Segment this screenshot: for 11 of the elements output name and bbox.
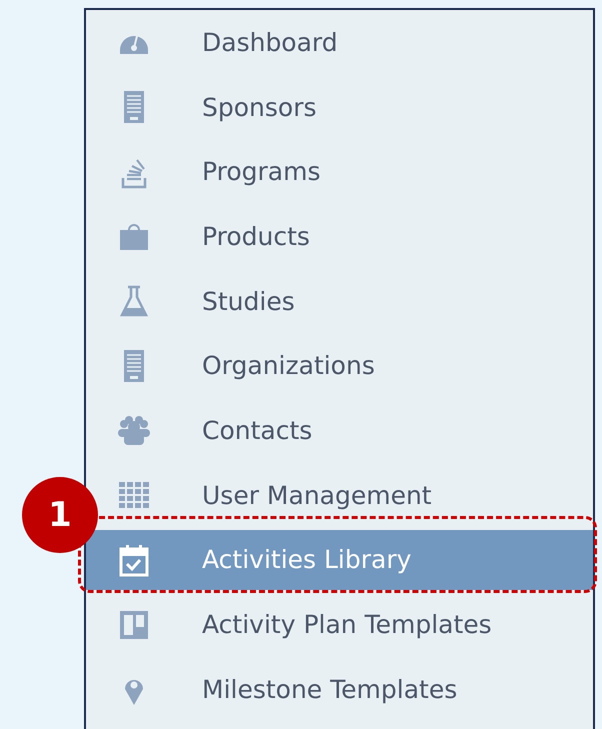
sidebar-item[interactable]: Programs <box>116 152 593 192</box>
sidebar-item[interactable]: Dashboard <box>116 22 593 62</box>
sidebar-item[interactable]: Studies <box>116 281 593 322</box>
sidebar-item[interactable]: Products <box>116 216 593 256</box>
sidebar-item[interactable]: Milestone Templates <box>116 669 593 710</box>
sidebar-item[interactable]: Activity Plan Templates <box>116 604 593 645</box>
sidebar-item[interactable]: Contacts <box>116 410 593 450</box>
sidebar-item[interactable]: User Management <box>116 475 593 516</box>
step-badge: 1 <box>22 476 98 553</box>
sidebar-item[interactable]: Organizations <box>116 346 593 386</box>
sidebar-item[interactable]: Sponsors <box>116 87 593 128</box>
